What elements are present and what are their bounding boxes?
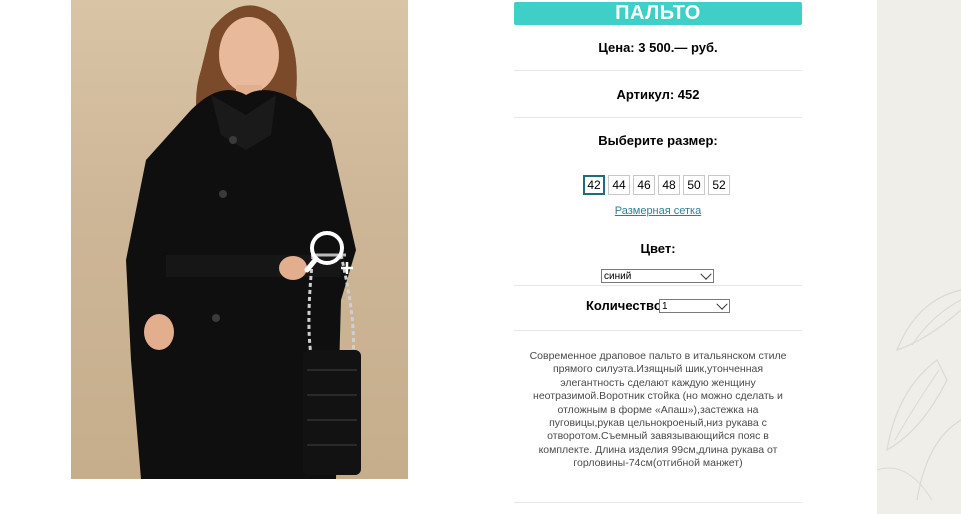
quantity-label: Количество: [586,298,667,313]
product-sku: Артикул: 452 [616,87,700,102]
size-option-42[interactable]: 42 [583,175,605,195]
color-select[interactable]: синий [601,268,714,283]
product-title: ПАЛЬТО [514,2,802,25]
size-prompt: Выберите размер: [598,133,718,148]
divider [514,285,802,286]
chevron-down-icon [716,298,728,310]
product-photo[interactable] [71,0,408,479]
divider [514,502,802,503]
decorative-side-panel [877,0,961,514]
size-chart-link[interactable]: Размерная сетка [514,205,802,217]
color-select-value: синий [604,271,632,282]
product-description: Современное драповое пальто в итальянско… [529,350,787,470]
size-option-52[interactable]: 52 [708,175,730,195]
color-label: Цвет: [640,241,676,256]
divider [514,117,802,118]
leaf-pattern-icon [877,289,961,501]
quantity-select-value: 1 [662,301,668,312]
size-selector: 42 44 46 48 50 52 [583,175,730,195]
divider [514,70,802,71]
zoom-button[interactable] [301,228,361,280]
magnifier-plus-icon [304,231,353,274]
size-option-50[interactable]: 50 [683,175,705,195]
quantity-select[interactable]: 1 [659,298,730,313]
size-option-46[interactable]: 46 [633,175,655,195]
size-option-44[interactable]: 44 [608,175,630,195]
divider [514,330,802,331]
quantity-row: Количество: 1 [514,298,802,314]
size-option-48[interactable]: 48 [658,175,680,195]
chevron-down-icon [700,268,712,280]
product-price: Цена: 3 500.— руб. [598,40,718,55]
